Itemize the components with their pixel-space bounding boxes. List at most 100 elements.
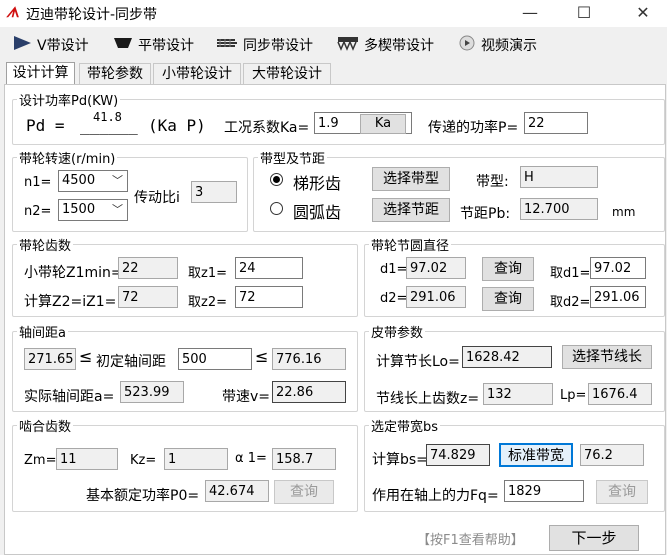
toolbar-timing-belt-label: 同步带设计 bbox=[243, 38, 313, 54]
maximize-button[interactable]: ☐ bbox=[561, 2, 607, 26]
chevron-down-icon: ﹀ bbox=[112, 203, 123, 216]
pitch-length-label: 计算节长Lo= bbox=[376, 354, 460, 370]
group-belt-width-legend: 选定带宽bs bbox=[371, 420, 439, 435]
z2-input[interactable]: 72 bbox=[235, 286, 303, 308]
close-button[interactable]: ✕ bbox=[620, 2, 666, 26]
ka-button[interactable]: Ka bbox=[360, 114, 406, 134]
center-initial-input[interactable]: 500 bbox=[178, 348, 252, 370]
kz-value: 1 bbox=[164, 448, 228, 470]
standard-width-value: 76.2 bbox=[580, 444, 644, 466]
alpha-value: 158.7 bbox=[272, 448, 336, 470]
pitch-value: 12.700 bbox=[520, 198, 598, 220]
group-design-power-legend: 设计功率Pd(KW) bbox=[19, 94, 119, 109]
p-input[interactable]: 22 bbox=[524, 112, 588, 134]
n2-value: 1500 bbox=[62, 202, 96, 217]
calc-width-label: 计算bs= bbox=[372, 452, 428, 468]
belt-speed-label: 带速v= bbox=[222, 389, 271, 405]
radio-arc-label: 圆弧齿 bbox=[293, 203, 342, 222]
toolbar-video-label: 视频演示 bbox=[481, 38, 537, 54]
kz-label: Kz= bbox=[130, 453, 157, 468]
shaft-force-value[interactable]: 1829 bbox=[504, 480, 584, 502]
z1-label: 取z1= bbox=[188, 266, 227, 281]
group-belt-params-legend: 皮带参数 bbox=[371, 326, 424, 341]
group-belt-type-legend: 带型及节距 bbox=[260, 152, 326, 167]
zm-label: Zm= bbox=[24, 453, 57, 468]
window-title: 迈迪带轮设计-同步带 bbox=[26, 7, 158, 23]
p0-label: 基本额定功率P0= bbox=[86, 488, 200, 504]
calc-width-value: 74.829 bbox=[426, 444, 490, 466]
alpha-label: α 1= bbox=[235, 451, 267, 466]
radio-trapezoid[interactable] bbox=[270, 173, 283, 186]
ratio-value: 3 bbox=[191, 181, 237, 203]
timing-belt-icon bbox=[216, 35, 238, 55]
multi-wedge-belt-icon bbox=[337, 35, 359, 55]
length-teeth-value: 132 bbox=[483, 383, 553, 405]
lp-label: Lp= bbox=[560, 388, 587, 403]
center-le2: ≤ bbox=[255, 347, 269, 366]
tab-design-calc[interactable]: 设计计算 bbox=[6, 62, 75, 86]
select-pitch-length-button[interactable]: 选择节线长 bbox=[562, 345, 652, 369]
select-belt-type-button[interactable]: 选择带型 bbox=[372, 167, 450, 191]
standard-width-button[interactable]: 标准带宽 bbox=[499, 443, 573, 467]
d1-query-button[interactable]: 查询 bbox=[482, 257, 534, 281]
video-icon bbox=[458, 35, 476, 55]
pd-underscore: ______ bbox=[80, 116, 138, 135]
p0-value: 42.674 bbox=[205, 480, 269, 502]
radio-trapezoid-label: 梯形齿 bbox=[293, 174, 342, 193]
toolbar-video[interactable]: 视频演示 bbox=[458, 34, 537, 56]
title-bar: ᗑ 迈迪带轮设计-同步带 — ☐ ✕ bbox=[0, 0, 667, 27]
flat-belt-icon bbox=[113, 35, 133, 55]
p-label: 传递的功率P= bbox=[428, 120, 519, 136]
n1-value: 4500 bbox=[62, 173, 96, 188]
n2-select[interactable]: 1500 ﹀ bbox=[58, 199, 128, 221]
shaft-force-query-button[interactable]: 查询 bbox=[596, 480, 648, 504]
group-teeth-legend: 带轮齿数 bbox=[19, 239, 72, 254]
d2-query-button[interactable]: 查询 bbox=[482, 287, 534, 311]
radio-arc[interactable] bbox=[270, 202, 283, 215]
d1-take-input[interactable]: 97.02 bbox=[590, 257, 646, 279]
group-pitch-diameter-legend: 带轮节圆直径 bbox=[371, 239, 450, 254]
pitch-label: 节距Pb: bbox=[460, 206, 511, 222]
ratio-label: 传动比i bbox=[134, 190, 180, 206]
select-pitch-button[interactable]: 选择节距 bbox=[372, 198, 450, 222]
ka-label: 工况系数Ka= bbox=[224, 120, 310, 136]
actual-center-label: 实际轴间距a= bbox=[24, 389, 115, 405]
z1min-label: 小带轮Z1min= bbox=[24, 265, 123, 281]
toolbar-v-belt-label: V带设计 bbox=[37, 38, 89, 54]
group-center-distance-legend: 轴间距a bbox=[19, 326, 66, 341]
tab-small-pulley[interactable]: 小带轮设计 bbox=[153, 63, 241, 84]
center-min-value: 271.65 bbox=[24, 348, 76, 370]
belt-type-value: H bbox=[520, 166, 598, 188]
minimize-button[interactable]: — bbox=[507, 2, 553, 26]
d2-value: 291.06 bbox=[406, 286, 466, 308]
center-initial-label: 初定轴间距 bbox=[96, 354, 166, 370]
z1-input[interactable]: 24 bbox=[235, 257, 303, 279]
center-max-value: 776.16 bbox=[272, 348, 346, 370]
length-teeth-label: 节线长上齿数z= bbox=[376, 391, 480, 407]
z2calc-value: 72 bbox=[118, 286, 178, 308]
p0-query-button[interactable]: 查询 bbox=[274, 480, 334, 504]
z1min-value: 22 bbox=[118, 257, 178, 279]
shaft-force-label: 作用在轴上的力Fq= bbox=[372, 488, 499, 504]
belt-type-label: 带型: bbox=[476, 174, 509, 190]
group-speed-legend: 带轮转速(r/min) bbox=[19, 152, 116, 167]
toolbar-flat-belt[interactable]: 平带设计 bbox=[113, 34, 194, 56]
next-step-button[interactable]: 下一步 bbox=[549, 525, 639, 551]
d2-label: d2= bbox=[380, 291, 408, 306]
app-logo-icon: ᗑ bbox=[6, 5, 20, 21]
toolbar-flat-belt-label: 平带设计 bbox=[138, 38, 194, 54]
tab-pulley-params[interactable]: 带轮参数 bbox=[79, 63, 151, 84]
chevron-down-icon: ﹀ bbox=[112, 174, 123, 187]
toolbar-v-belt[interactable]: V带设计 bbox=[12, 34, 89, 56]
d2-take-input[interactable]: 291.06 bbox=[590, 286, 646, 308]
tab-large-pulley[interactable]: 大带轮设计 bbox=[243, 63, 331, 84]
z2-label: 取z2= bbox=[188, 295, 227, 310]
ka-value: 1.9 bbox=[318, 116, 339, 131]
toolbar-multi-wedge-belt[interactable]: 多楔带设计 bbox=[337, 34, 434, 56]
lp-value: 1676.4 bbox=[588, 383, 652, 405]
n1-select[interactable]: 4500 ﹀ bbox=[58, 170, 128, 192]
d1-value: 97.02 bbox=[406, 257, 466, 279]
toolbar-timing-belt[interactable]: 同步带设计 bbox=[216, 34, 313, 56]
toolbar-multi-wedge-belt-label: 多楔带设计 bbox=[364, 38, 434, 54]
group-mesh-legend: 啮合齿数 bbox=[19, 420, 72, 435]
